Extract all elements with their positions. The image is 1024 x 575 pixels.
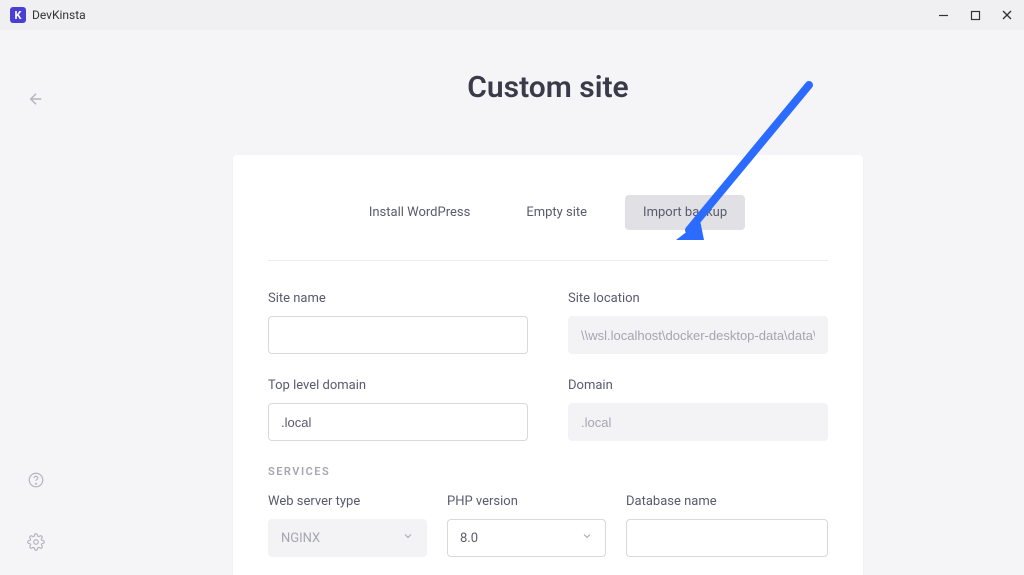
domain-label: Domain bbox=[568, 378, 828, 393]
window-controls bbox=[936, 8, 1014, 22]
site-name-input[interactable] bbox=[268, 316, 528, 354]
web-server-label: Web server type bbox=[268, 494, 427, 509]
sidebar bbox=[0, 30, 72, 575]
site-location-label: Site location bbox=[568, 291, 828, 306]
content-scroll[interactable]: Custom site Install WordPress Empty site… bbox=[72, 30, 1024, 575]
tld-input[interactable] bbox=[268, 403, 528, 441]
tabs: Install WordPress Empty site Import back… bbox=[268, 195, 828, 230]
services-heading: SERVICES bbox=[268, 465, 828, 478]
app-logo-icon: K bbox=[10, 7, 26, 23]
minimize-icon[interactable] bbox=[936, 8, 950, 22]
settings-icon[interactable] bbox=[27, 533, 45, 555]
php-version-select[interactable]: 8.0 bbox=[447, 519, 606, 557]
tab-install-wordpress[interactable]: Install WordPress bbox=[351, 195, 488, 230]
domain-input bbox=[568, 403, 828, 441]
chevron-down-icon bbox=[402, 530, 414, 546]
close-icon[interactable] bbox=[1000, 8, 1014, 22]
php-version-value: 8.0 bbox=[460, 531, 478, 546]
divider bbox=[268, 260, 828, 261]
site-name-label: Site name bbox=[268, 291, 528, 306]
maximize-icon[interactable] bbox=[968, 8, 982, 22]
app-title: DevKinsta bbox=[32, 8, 86, 22]
help-icon[interactable] bbox=[27, 471, 45, 493]
web-server-value: NGINX bbox=[281, 531, 320, 546]
titlebar: K DevKinsta bbox=[0, 0, 1024, 30]
form-card: Install WordPress Empty site Import back… bbox=[233, 155, 863, 575]
site-location-input bbox=[568, 316, 828, 354]
db-name-label: Database name bbox=[626, 494, 828, 509]
tab-import-backup[interactable]: Import backup bbox=[625, 195, 745, 230]
page-title: Custom site bbox=[122, 70, 974, 105]
chevron-down-icon bbox=[581, 530, 593, 546]
titlebar-left: K DevKinsta bbox=[10, 7, 86, 23]
db-name-input[interactable] bbox=[626, 519, 828, 557]
tab-empty-site[interactable]: Empty site bbox=[508, 195, 605, 230]
back-icon[interactable] bbox=[27, 90, 45, 112]
php-version-label: PHP version bbox=[447, 494, 606, 509]
tld-label: Top level domain bbox=[268, 378, 528, 393]
web-server-select[interactable]: NGINX bbox=[268, 519, 427, 557]
